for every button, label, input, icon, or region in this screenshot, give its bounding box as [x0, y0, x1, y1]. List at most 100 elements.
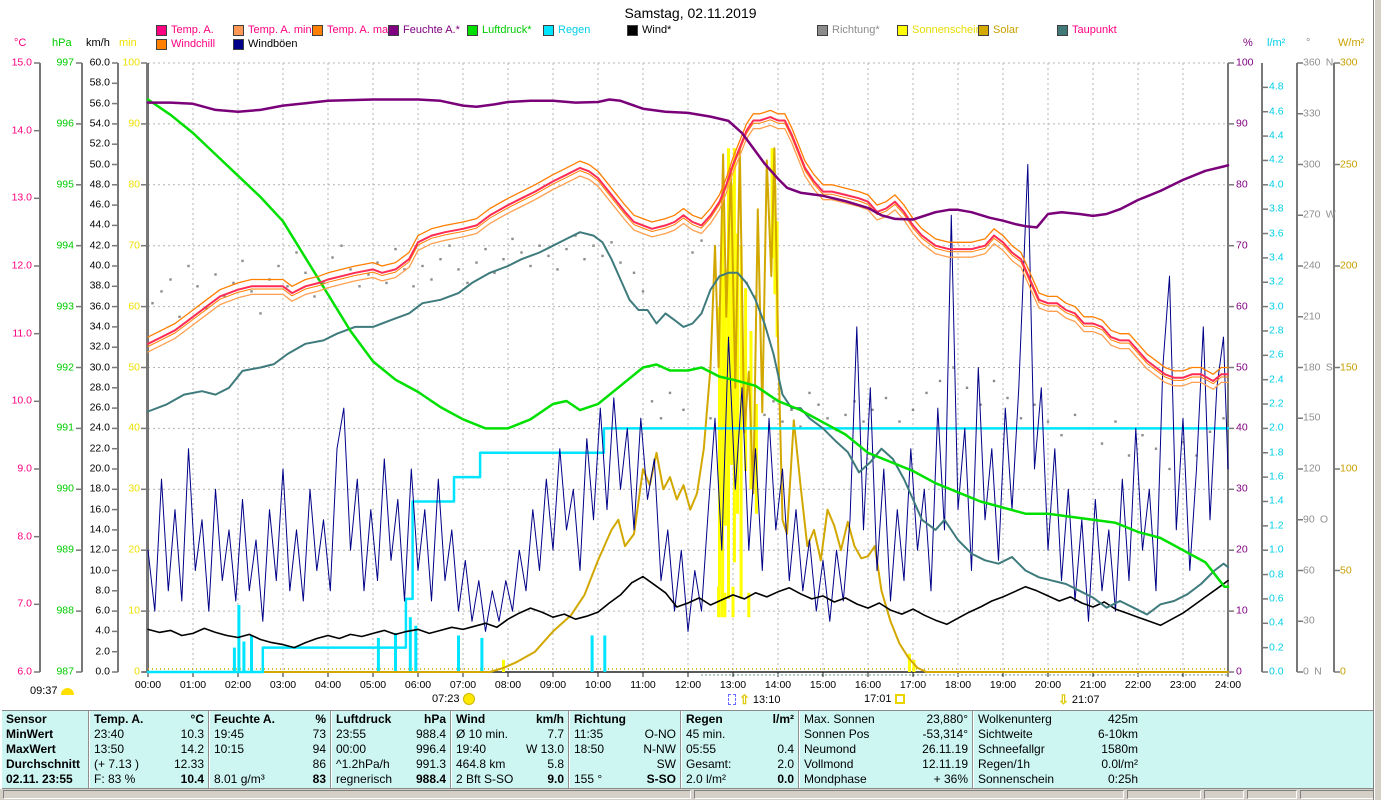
- axis-tick-label: 989: [56, 543, 74, 556]
- axis-tick-label: 100: [1340, 462, 1358, 475]
- axis-tick-label: 70: [1236, 239, 1248, 252]
- axis-tick-label: 6.0: [17, 665, 32, 678]
- sunset-icon: [894, 694, 905, 704]
- legend-item-wind-[interactable]: Wind*: [627, 24, 671, 36]
- time-tick-label: 06:00: [404, 679, 432, 691]
- table-cell: Regen/1h: [978, 757, 1031, 771]
- table-row-label: Durchschnitt: [6, 757, 81, 771]
- axis-tick-label: 40: [1236, 421, 1248, 434]
- table-cell: 2 Bft S-SO: [456, 772, 514, 786]
- statistics-table: Sensor MinWert MaxWert Durchschnitt 02.11. 2…: [2, 710, 1373, 789]
- series-regen-rate-bars: [232, 605, 607, 672]
- table-cell: 0.0l/m²: [1101, 757, 1138, 771]
- axis-tick-label: 80: [1236, 178, 1248, 191]
- axis-tick-label: 30.0: [89, 361, 110, 373]
- time-tick-label: 16:00: [854, 679, 882, 691]
- table-cell: 5.8: [547, 757, 564, 771]
- table-row: 19:45 73: [214, 727, 326, 742]
- table-row: Regen/1h 0.0l/m²: [978, 757, 1138, 772]
- table-cell: O-NO: [644, 727, 676, 741]
- table-cell: 19:45: [214, 727, 245, 741]
- legend-item-temp-a-[interactable]: Temp. A.: [156, 24, 214, 36]
- legend-item-solar[interactable]: Solar: [978, 24, 1019, 36]
- legend-item-windb-en[interactable]: Windböen: [233, 38, 298, 50]
- legend-item-richtung-[interactable]: Richtung*: [817, 24, 880, 36]
- table-cell: Feuchte A.: [214, 712, 275, 726]
- axis-tick-label: 300: [1303, 158, 1321, 170]
- legend-color-swatch-icon: [233, 38, 244, 50]
- legend-color-swatch-icon: [233, 24, 244, 36]
- time-tick-label: 02:00: [224, 679, 252, 691]
- legend-item-windchill[interactable]: Windchill: [156, 38, 215, 50]
- table-row: 45 min.: [686, 727, 794, 742]
- legend-item-regen[interactable]: Regen: [543, 24, 590, 36]
- table-cell: l/m²: [772, 712, 794, 726]
- table-cell: 26.11.19: [922, 742, 968, 756]
- table-row: Neumond 26.11.19: [804, 742, 968, 757]
- legend-item-label: Windchill: [171, 38, 216, 50]
- axis-tick-label: 2.0: [1269, 421, 1284, 434]
- axis-tick-label: 9.0: [17, 462, 32, 475]
- table-cell: 991.3: [415, 757, 446, 771]
- axis-tick-label: 60: [128, 300, 140, 313]
- legend-item-temp-a-max[interactable]: Temp. A. max: [312, 24, 394, 36]
- axis-tick-label: 1.2: [1269, 519, 1284, 532]
- table-cell: 19:40: [456, 742, 487, 756]
- axis-tick-label: 100: [122, 56, 140, 69]
- table-cell: Sonnenschein: [978, 772, 1055, 786]
- axis-tick-label: 10: [128, 604, 140, 617]
- table-cell: 2.0: [777, 757, 794, 771]
- table-filler: [1142, 711, 1373, 788]
- table-cell: Max. Sonnen: [804, 712, 875, 726]
- axis-tick-label: 34.0: [89, 320, 110, 333]
- table-cell: 464.8 km: [456, 757, 506, 771]
- weather-station-day-chart-window: Samstag, 02.11.2019 Temp. A. Temp. A. min…: [0, 0, 1381, 800]
- time-tick-label: 04:00: [314, 679, 342, 691]
- axis-tick-label: 26.0: [89, 401, 110, 414]
- axis-tick-label: 300: [1340, 56, 1358, 69]
- status-bar: [0, 789, 1381, 800]
- legend-item-luftdruck-[interactable]: Luftdruck*: [467, 24, 532, 36]
- stat-col-richtung: Richtung 11:35 O-NO 18:50 N-NW SW 155 ° S-SO: [570, 711, 680, 788]
- table-row: Mondphase + 36%: [804, 772, 968, 787]
- legend-item-sonnenschein[interactable]: Sonnenschein: [897, 24, 982, 36]
- axis-tick-label: 240: [1303, 259, 1321, 272]
- axis-tick-label: 150: [1340, 361, 1358, 373]
- axis-tick-label: 42.0: [89, 239, 110, 252]
- axis-unit-kmh: km/h: [86, 37, 110, 49]
- legend-color-swatch-icon: [897, 24, 908, 36]
- time-tick-label: 13:00: [719, 679, 747, 691]
- axis-tick-label: 30: [1236, 482, 1248, 495]
- table-row: Richtung: [574, 712, 676, 727]
- time-tick-label: 00:00: [134, 679, 162, 691]
- legend-item-taupunkt[interactable]: Taupunkt: [1057, 24, 1117, 36]
- axis-tick-label: 992: [56, 361, 74, 373]
- legend-item-temp-a-min[interactable]: Temp. A. min: [233, 24, 312, 36]
- table-cell: 18:50: [574, 742, 605, 756]
- axis-tick-label: 48.0: [89, 178, 110, 191]
- table-row: ^1.2hPa/h 991.3: [336, 757, 446, 772]
- table-row: Luftdruck hPa: [336, 712, 446, 727]
- legend-item-feuchte-a-[interactable]: Feuchte A.*: [388, 24, 460, 36]
- marker-moondown-time: ⇩ 21:07: [1058, 693, 1099, 706]
- legend-color-swatch-icon: [467, 24, 478, 36]
- legend-item-label: Wind*: [642, 24, 672, 36]
- stat-col-feuchte: Feuchte A.% 19:45 73 10:15 94 86 8.01 g/m³ 83: [210, 711, 330, 788]
- axis-unit-: %: [1243, 37, 1253, 49]
- axis-tick-label: 0 N: [1303, 665, 1322, 678]
- axis-tick-label: 90: [128, 117, 140, 130]
- table-cell: 0.0: [777, 772, 794, 786]
- axis-tick-label: 2.6: [1269, 348, 1284, 361]
- table-row: (+ 7.13 ) 12.33: [94, 757, 204, 772]
- axis-tick-label: 13.0: [11, 191, 32, 204]
- axis-tick-label: 995: [56, 178, 74, 191]
- table-cell: 425m: [1107, 712, 1138, 726]
- table-row: Ø 10 min. 7.7: [456, 727, 564, 742]
- status-segment: [1300, 790, 1378, 799]
- table-row: 8.01 g/m³ 83: [214, 772, 326, 787]
- legend-item-label: Windböen: [248, 38, 298, 50]
- table-row: 19:40 W 13.0: [456, 742, 564, 757]
- axis-tick-label: 20: [128, 543, 140, 556]
- table-cell: Wind: [456, 712, 486, 726]
- axis-tick-label: 987: [56, 665, 74, 678]
